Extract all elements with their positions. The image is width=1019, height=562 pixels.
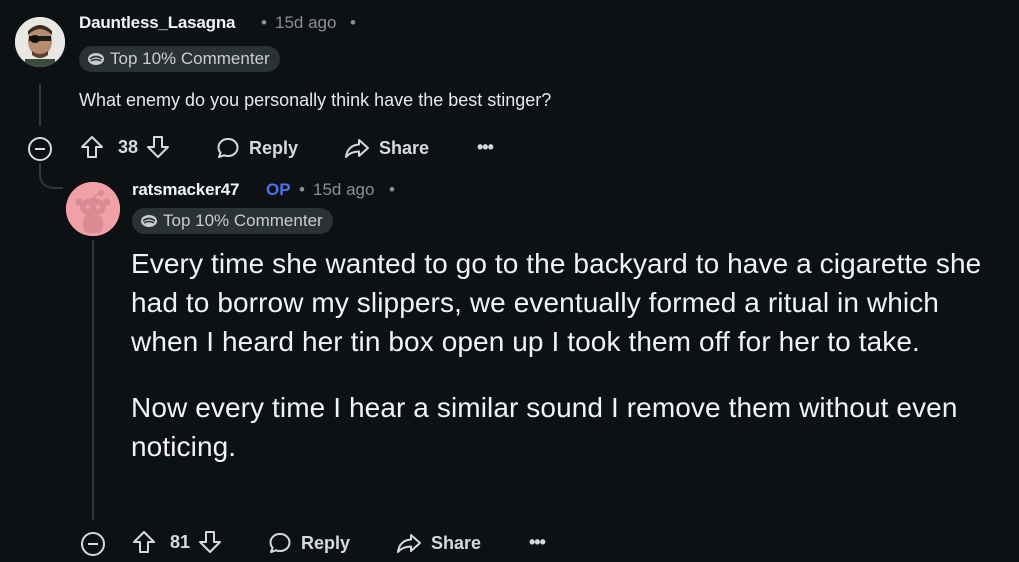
vote-count: 38 (118, 136, 139, 157)
username[interactable]: Dauntless_Lasagna (79, 13, 235, 33)
meta-separator: • (299, 180, 305, 199)
downvote-icon[interactable] (198, 529, 222, 555)
avatar[interactable] (15, 17, 65, 67)
username[interactable]: ratsmacker47 (132, 180, 239, 200)
comment-bubble-icon (217, 138, 239, 158)
timestamp[interactable]: 15d ago (275, 13, 336, 33)
upvote-icon[interactable] (80, 134, 104, 160)
meta-separator: • (261, 13, 267, 32)
reply-button[interactable]: Reply (268, 531, 350, 555)
collapse-button[interactable] (28, 137, 52, 161)
badge-label: Top 10% Commenter (163, 211, 323, 230)
avatar[interactable] (66, 182, 120, 236)
badge-label: Top 10% Commenter (110, 49, 270, 68)
achievement-badge[interactable]: Top 10% Commenter (79, 46, 280, 72)
comment-paragraph: Every time she wanted to go to the backy… (131, 248, 982, 357)
upvote-icon[interactable] (132, 529, 156, 555)
comment-thread: Dauntless_Lasagna • 15d ago • Top 10% Co… (0, 0, 1019, 562)
thread-line[interactable] (92, 240, 94, 520)
commenter-badge-icon (141, 215, 157, 227)
vote-group: 38 (80, 134, 170, 160)
vote-count: 81 (170, 531, 191, 552)
more-options-button[interactable]: ••• (477, 137, 494, 158)
more-options-button[interactable]: ••• (529, 532, 546, 553)
thread-line[interactable] (39, 84, 41, 126)
achievement-badge[interactable]: Top 10% Commenter (132, 208, 333, 234)
share-button[interactable]: Share (396, 531, 481, 555)
meta-separator: • (389, 180, 395, 199)
share-label: Share (379, 137, 430, 158)
reply-label: Reply (301, 532, 351, 553)
share-arrow-icon (345, 139, 369, 158)
avatar-image (15, 17, 65, 67)
comment-bubble-icon (269, 533, 291, 553)
collapse-button[interactable] (81, 532, 105, 556)
comment-body: Every time she wanted to go to the backy… (131, 244, 1011, 466)
comment-paragraph: Now every time I hear a similar sound I … (131, 392, 958, 462)
share-arrow-icon (397, 534, 421, 553)
commenter-badge-icon (88, 53, 104, 65)
share-label: Share (431, 532, 482, 553)
op-tag: OP (266, 180, 291, 199)
thread-connector (39, 163, 63, 189)
timestamp[interactable]: 15d ago (313, 180, 374, 200)
reply-button[interactable]: Reply (216, 136, 298, 160)
meta-separator: • (350, 13, 356, 32)
downvote-icon[interactable] (146, 134, 170, 160)
default-snoo-avatar-icon (66, 182, 120, 236)
vote-group: 81 (132, 529, 222, 555)
share-button[interactable]: Share (344, 136, 429, 160)
reply-label: Reply (249, 137, 299, 158)
comment-body: What enemy do you personally think have … (79, 90, 552, 110)
